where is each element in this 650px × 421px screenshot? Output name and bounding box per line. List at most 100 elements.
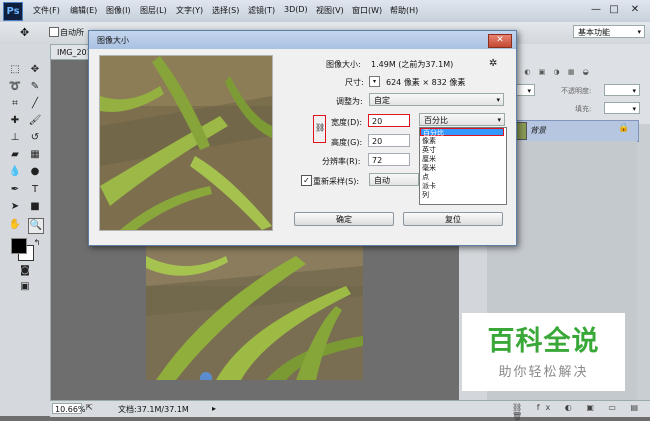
fill-field[interactable]: ▾ xyxy=(604,102,640,114)
menu-window[interactable]: 窗口(W) xyxy=(352,5,382,16)
unit-dropdown-list: 百分比 像素 英寸 厘米 毫米 点 派卡 列 xyxy=(419,127,507,205)
fit-to-select[interactable]: 自定 ▾ xyxy=(369,93,504,106)
workspace-label: 基本功能 xyxy=(578,28,610,37)
resample-label: 重新采样(S): xyxy=(313,177,360,186)
resample-select[interactable]: 自动 xyxy=(369,173,419,186)
unit-option-picas[interactable]: 派卡 xyxy=(420,182,504,190)
menu-edit[interactable]: 编辑(E) xyxy=(70,5,97,16)
height-label: 高度(G): xyxy=(331,138,363,147)
status-menu-icon[interactable]: ▸ xyxy=(212,404,216,413)
unit-option-pixels[interactable]: 像素 xyxy=(420,137,504,145)
screen-mode-icon[interactable]: ▣ xyxy=(18,280,32,294)
watermark-subtitle: 助你轻松解决 xyxy=(498,365,589,380)
unit-select[interactable]: 百分比 ▾ xyxy=(419,113,505,126)
history-brush-icon[interactable]: ↺ xyxy=(28,131,42,145)
resample-value: 自动 xyxy=(374,176,390,185)
chevron-down-icon: ▾ xyxy=(496,96,500,104)
menu-select[interactable]: 选择(S) xyxy=(212,5,239,16)
shape-tool-icon[interactable]: ■ xyxy=(28,200,42,214)
blur-tool-icon[interactable]: 💧 xyxy=(8,165,22,179)
fit-to-value: 自定 xyxy=(374,96,390,105)
workspace-select[interactable]: 基本功能 ▾ xyxy=(573,25,645,38)
layer-footer-icons[interactable]: ⛓ fx ◐ ▣ ▭ ▤ 🗑 xyxy=(512,403,650,421)
ok-button[interactable]: 确定 xyxy=(294,212,394,226)
status-bar xyxy=(50,400,460,417)
unit-option-inches[interactable]: 英寸 xyxy=(420,146,504,154)
menu-help[interactable]: 帮助(H) xyxy=(390,5,418,16)
document-canvas-image xyxy=(146,246,363,380)
width-input[interactable]: 20 xyxy=(368,114,410,127)
auto-select-label: 自动所 xyxy=(60,28,84,37)
zoom-tool-icon[interactable]: 🔍 xyxy=(28,218,44,234)
hand-tool-icon[interactable]: ✋ xyxy=(8,218,22,232)
opacity-label: 不透明度: xyxy=(561,87,592,95)
path-select-icon[interactable]: ➤ xyxy=(8,200,22,214)
close-window-button[interactable]: ✕ xyxy=(627,4,643,17)
gear-icon[interactable]: ✲ xyxy=(489,58,497,69)
menu-3d[interactable]: 3D(D) xyxy=(284,5,308,14)
watermark-title: 百科全说 xyxy=(487,326,600,357)
dimensions-dropdown-icon[interactable]: ▾ xyxy=(369,76,380,87)
eraser-tool-icon[interactable]: ▰ xyxy=(8,148,22,162)
info-icon[interactable]: ⇱ xyxy=(86,403,93,412)
chevron-down-icon: ▾ xyxy=(632,105,636,113)
resolution-label: 分辨率(R): xyxy=(322,157,361,166)
layer-name[interactable]: 背景 xyxy=(530,125,546,136)
menu-image[interactable]: 图像(I) xyxy=(106,5,131,16)
fill-label: 填充: xyxy=(575,105,592,113)
menu-file[interactable]: 文件(F) xyxy=(33,5,60,16)
auto-select-checkbox[interactable] xyxy=(49,27,59,37)
height-input[interactable]: 20 xyxy=(368,134,410,147)
unit-option-columns[interactable]: 列 xyxy=(420,191,504,199)
dimensions-label: 尺寸: xyxy=(345,78,364,87)
fit-to-label: 调整为: xyxy=(336,97,363,106)
resolution-input[interactable]: 72 xyxy=(368,153,410,166)
lasso-tool-icon[interactable]: ➰ xyxy=(8,80,22,94)
photoshop-logo: Ps xyxy=(3,2,23,21)
document-status: 文档:37.1M/37.1M xyxy=(118,405,189,414)
reset-button[interactable]: 复位 xyxy=(403,212,503,226)
chevron-down-icon: ▾ xyxy=(497,116,501,124)
type-tool-icon[interactable]: T xyxy=(28,183,42,197)
minimize-button[interactable]: — xyxy=(588,4,604,17)
dialog-close-button[interactable]: ✕ xyxy=(488,34,512,48)
menu-view[interactable]: 视图(V) xyxy=(316,5,344,16)
unit-option-points[interactable]: 点 xyxy=(420,173,504,181)
chevron-down-icon: ▾ xyxy=(527,87,531,95)
dialog-titlebar xyxy=(89,31,516,49)
unit-option-mm[interactable]: 毫米 xyxy=(420,164,504,172)
image-preview xyxy=(99,55,273,231)
gradient-tool-icon[interactable]: ▦ xyxy=(28,148,42,162)
menu-layer[interactable]: 图层(L) xyxy=(140,5,167,16)
image-size-label: 图像大小: xyxy=(326,60,361,69)
foreground-color-swatch[interactable] xyxy=(11,238,27,254)
quick-select-icon[interactable]: ✎ xyxy=(28,80,42,94)
zoom-level[interactable]: 10.66% xyxy=(52,403,86,414)
watermark: 百科全说 助你轻松解决 xyxy=(462,313,625,391)
menu-type[interactable]: 文字(Y) xyxy=(176,5,203,16)
dodge-tool-icon[interactable]: ● xyxy=(28,165,42,179)
eyedropper-icon[interactable]: ╱ xyxy=(28,97,42,111)
menu-filter[interactable]: 滤镜(T) xyxy=(248,5,275,16)
chain-link-icon[interactable]: ⛓ xyxy=(315,123,325,132)
healing-brush-icon[interactable]: ✚ xyxy=(8,114,22,128)
swap-colors-icon[interactable]: ↰ xyxy=(30,236,44,250)
opacity-field[interactable]: ▾ xyxy=(604,84,640,96)
brush-tool-icon[interactable]: 🖌 xyxy=(28,114,42,128)
stamp-tool-icon[interactable]: ⊥ xyxy=(8,131,22,145)
lock-icon: 🔒 xyxy=(618,123,630,133)
marquee-tool-icon[interactable]: ⬚ xyxy=(8,63,22,77)
unit-option-cm[interactable]: 厘米 xyxy=(420,155,504,163)
restore-button[interactable]: □ xyxy=(606,4,622,17)
move-tool-icon[interactable]: ✥ xyxy=(28,63,42,77)
unit-option-percent[interactable]: 百分比 xyxy=(420,128,504,137)
pen-tool-icon[interactable]: ✒ xyxy=(8,183,22,197)
resample-checkbox[interactable]: ✓ xyxy=(301,175,312,186)
unit-selected: 百分比 xyxy=(424,116,448,125)
crop-tool-icon[interactable]: ⌗ xyxy=(8,97,22,111)
width-label: 宽度(D): xyxy=(331,118,363,127)
quick-mask-icon[interactable]: ◙ xyxy=(18,264,32,278)
image-size-value: 1.49M (之前为37.1M) xyxy=(371,60,454,69)
move-tool-icon[interactable]: ✥ xyxy=(20,26,29,39)
chevron-down-icon: ▾ xyxy=(637,28,641,36)
